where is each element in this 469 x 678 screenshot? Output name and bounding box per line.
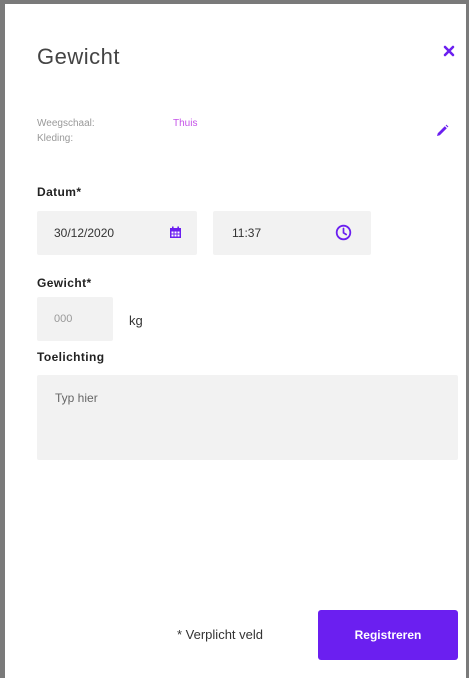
time-field[interactable]: 11:37 bbox=[213, 211, 371, 255]
weight-section-label: Gewicht* bbox=[37, 276, 92, 290]
scale-value: Thuis bbox=[173, 118, 198, 129]
dialog-title: Gewicht bbox=[37, 44, 120, 69]
pencil-icon[interactable] bbox=[434, 123, 450, 139]
note-section-label: Toelichting bbox=[37, 350, 105, 364]
weight-unit: kg bbox=[129, 313, 143, 328]
clothing-label: Kleding: bbox=[37, 133, 74, 144]
note-placeholder: Typ hier bbox=[55, 391, 98, 405]
scale-label: Weegschaal: bbox=[37, 118, 95, 129]
time-value: 11:37 bbox=[232, 226, 262, 240]
date-value: 30/12/2020 bbox=[54, 226, 115, 240]
date-field[interactable]: 30/12/2020 bbox=[37, 211, 197, 255]
calendar-icon[interactable] bbox=[169, 226, 182, 244]
required-field-note: * Verplicht veld bbox=[177, 627, 263, 642]
register-button[interactable]: Registreren bbox=[318, 610, 458, 660]
weight-input[interactable]: 000 bbox=[37, 297, 113, 341]
weight-dialog: Gewicht Weegschaal: Thuis Kleding: Datum… bbox=[0, 0, 469, 678]
weight-placeholder: 000 bbox=[54, 313, 73, 325]
date-section-label: Datum* bbox=[37, 185, 82, 199]
clock-icon[interactable] bbox=[335, 224, 352, 246]
note-textarea[interactable] bbox=[37, 375, 458, 460]
close-icon[interactable] bbox=[441, 43, 457, 59]
